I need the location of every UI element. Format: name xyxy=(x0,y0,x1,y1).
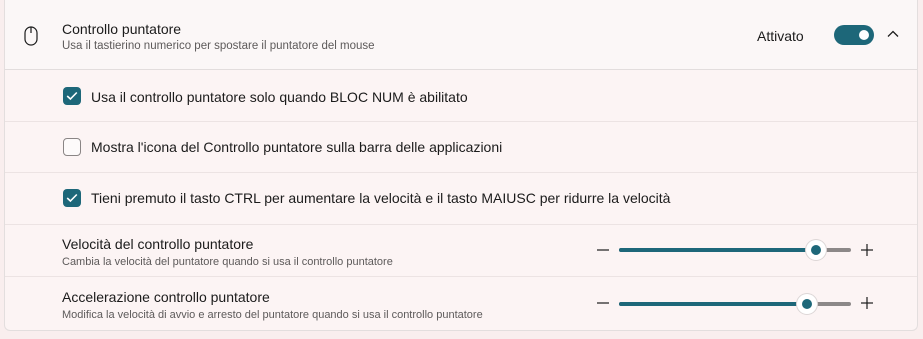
numlock-option-label: Usa il controllo puntatore solo quando B… xyxy=(91,89,468,105)
acceleration-slider[interactable] xyxy=(619,294,851,314)
pointer-control-description: Usa il tastierino numerico per spostare … xyxy=(62,40,375,52)
checkmark-icon xyxy=(66,91,78,101)
option-row-taskbar-icon: Mostra l'icona del Controllo puntatore s… xyxy=(5,122,917,173)
acceleration-slider-thumb[interactable] xyxy=(796,294,817,314)
pointer-control-header[interactable]: Controllo puntatore Usa il tastierino nu… xyxy=(5,0,917,70)
plus-icon[interactable] xyxy=(860,296,874,310)
option-row-ctrl-shift: Tieni premuto il tasto CTRL per aumentar… xyxy=(5,173,917,225)
ctrl-shift-option-label: Tieni premuto il tasto CTRL per aumentar… xyxy=(91,190,671,206)
speed-slider-fill xyxy=(619,248,817,252)
mouse-icon xyxy=(24,26,38,46)
speed-slider-description: Cambia la velocità del puntatore quando … xyxy=(62,256,393,268)
minus-icon[interactable] xyxy=(596,243,610,257)
minus-icon[interactable] xyxy=(596,296,610,310)
pointer-control-panel: Controllo puntatore Usa il tastierino nu… xyxy=(4,0,918,331)
numlock-checkbox[interactable] xyxy=(63,87,81,105)
slider-row-acceleration: Accelerazione controllo puntatore Modifi… xyxy=(5,277,917,330)
chevron-up-icon[interactable] xyxy=(886,29,900,39)
speed-slider-thumb[interactable] xyxy=(806,240,827,260)
toggle-knob xyxy=(859,30,869,40)
taskbar-icon-checkbox[interactable] xyxy=(63,138,81,156)
pointer-control-title: Controllo puntatore xyxy=(62,21,182,37)
toggle-state-label: Attivato xyxy=(757,28,804,44)
acceleration-slider-title: Accelerazione controllo puntatore xyxy=(62,289,270,305)
taskbar-icon-option-label: Mostra l'icona del Controllo puntatore s… xyxy=(91,139,503,155)
option-row-numlock: Usa il controllo puntatore solo quando B… xyxy=(5,70,917,122)
speed-slider-title: Velocità del controllo puntatore xyxy=(62,236,254,252)
checkmark-icon xyxy=(66,193,78,203)
acceleration-slider-description: Modifica la velocità di avvio e arresto … xyxy=(62,309,483,321)
acceleration-slider-fill xyxy=(619,302,807,306)
slider-row-speed: Velocità del controllo puntatore Cambia … xyxy=(5,225,917,277)
plus-icon[interactable] xyxy=(860,243,874,257)
pointer-control-toggle[interactable] xyxy=(834,25,874,45)
ctrl-shift-checkbox[interactable] xyxy=(63,189,81,207)
speed-slider[interactable] xyxy=(619,240,851,260)
